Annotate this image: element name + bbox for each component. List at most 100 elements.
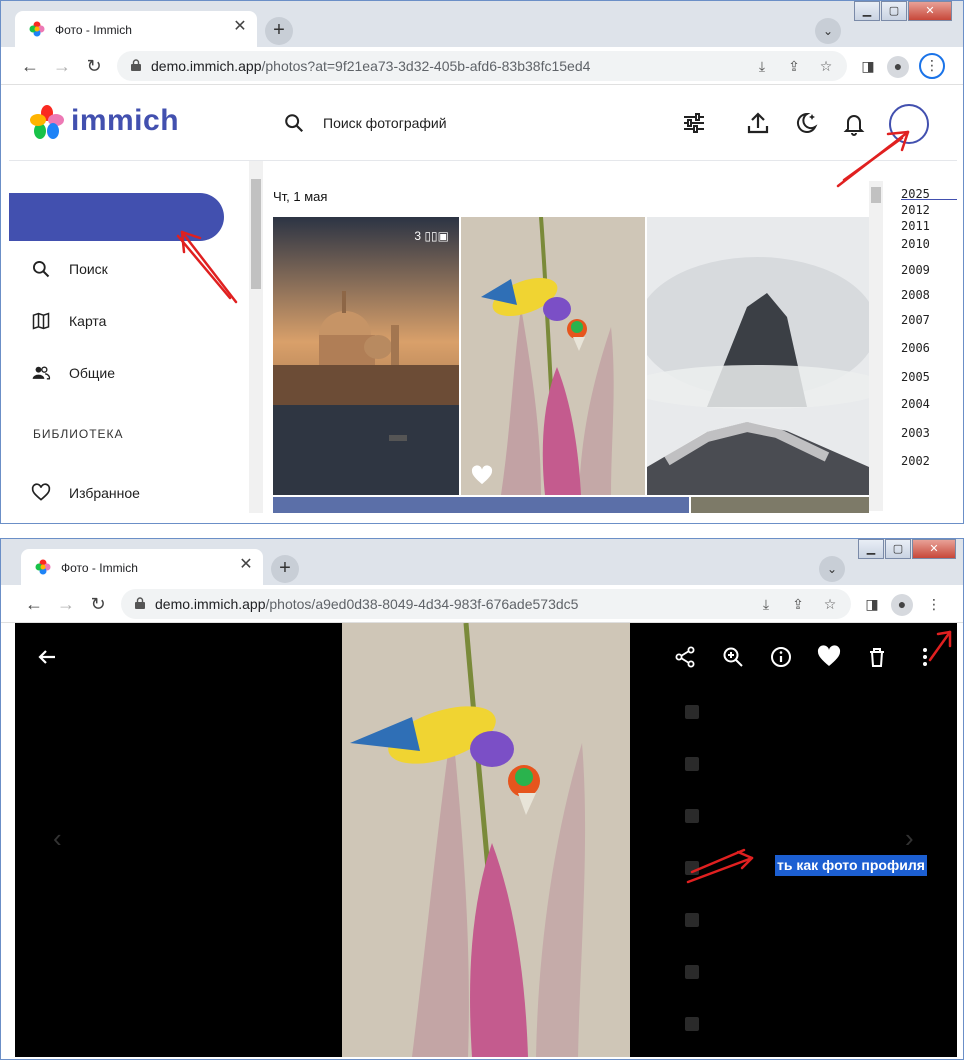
install-app-icon[interactable]: ⤓ xyxy=(757,595,775,613)
tab-search-chevron-icon[interactable]: ⌄ xyxy=(819,556,845,582)
year-label[interactable]: 2003 xyxy=(901,426,930,440)
search-icon[interactable] xyxy=(283,112,305,134)
close-window-button[interactable]: ✕ xyxy=(912,539,956,559)
share-icon[interactable] xyxy=(673,645,697,669)
year-label[interactable]: 2006 xyxy=(901,341,930,355)
info-icon[interactable] xyxy=(769,645,793,669)
forward-arrow-icon[interactable]: → xyxy=(55,593,77,615)
photo-thumbnail-bird[interactable] xyxy=(461,217,645,495)
filter-sliders-icon[interactable] xyxy=(679,108,709,138)
sidebar-item-label: Избранное xyxy=(69,485,140,501)
back-arrow-icon[interactable] xyxy=(35,645,59,669)
stack-count-badge: 3 ▯▯▣ xyxy=(414,229,449,243)
close-tab-icon[interactable]: ✕ xyxy=(231,18,249,36)
full-photo-bird xyxy=(342,623,630,1057)
url-host: demo.immich.app xyxy=(155,596,266,612)
browser-menu-icon[interactable]: ⋮ xyxy=(919,53,945,79)
year-label[interactable]: 2004 xyxy=(901,397,930,411)
people-icon xyxy=(32,366,51,380)
favorite-heart-icon[interactable] xyxy=(817,645,841,669)
sidebar-item-label: Поиск xyxy=(69,261,108,277)
more-options-kebab-icon[interactable] xyxy=(913,645,937,669)
bookmark-star-icon[interactable]: ☆ xyxy=(821,595,839,613)
browser-menu-icon[interactable]: ⋮ xyxy=(923,594,945,616)
sidebar-scrollbar-thumb[interactable] xyxy=(251,179,261,289)
photo-thumbnail-venice[interactable]: 3 ▯▯▣ xyxy=(273,217,459,495)
window-controls: ▁ ▢ ✕ xyxy=(853,1,952,23)
year-label[interactable]: 2009 xyxy=(901,263,930,277)
tab-search-chevron-icon[interactable]: ⌄ xyxy=(815,18,841,44)
sidebar-item-favorites[interactable]: Избранное xyxy=(31,481,140,505)
minimize-button[interactable]: ▁ xyxy=(854,1,880,21)
dark-mode-moon-icon[interactable] xyxy=(791,108,821,138)
bird-image xyxy=(342,623,630,1057)
lock-icon xyxy=(135,597,145,609)
close-tab-icon[interactable]: ✕ xyxy=(237,556,255,574)
profile-icon[interactable]: ● xyxy=(891,594,913,616)
venice-image xyxy=(273,217,459,495)
photo-viewer: ‹ › ть как фото профиля xyxy=(15,623,957,1057)
new-tab-button[interactable]: + xyxy=(265,17,293,45)
photo-thumbnail-partial-2[interactable] xyxy=(691,497,869,513)
previous-photo-chevron-icon[interactable]: ‹ xyxy=(53,823,62,854)
address-bar[interactable]: demo.immich.app/photos/a9ed0d38-8049-4d3… xyxy=(121,589,851,619)
forward-arrow-icon[interactable]: → xyxy=(51,55,73,77)
delete-trash-icon[interactable] xyxy=(865,645,889,669)
tab-title: Фото - Immich xyxy=(61,561,138,575)
maximize-button[interactable]: ▢ xyxy=(881,1,907,21)
close-window-button[interactable]: ✕ xyxy=(908,1,952,21)
timeline-scrollbar[interactable] xyxy=(869,181,883,511)
sidebar-item-photos-active[interactable] xyxy=(9,193,224,241)
year-label[interactable]: 2010 xyxy=(901,237,930,251)
year-label[interactable]: 2002 xyxy=(901,454,930,468)
immich-logo-icon[interactable] xyxy=(29,104,65,140)
reload-icon[interactable]: ↻ xyxy=(87,593,109,615)
new-tab-button[interactable]: + xyxy=(271,555,299,583)
side-panel-icon[interactable]: ◨ xyxy=(861,594,883,616)
share-page-icon[interactable]: ⇪ xyxy=(785,57,803,75)
side-panel-icon[interactable]: ◨ xyxy=(857,56,879,78)
minimize-button[interactable]: ▁ xyxy=(858,539,884,559)
browser-tab[interactable]: Фото - Immich ✕ xyxy=(21,549,263,585)
set-as-profile-photo-menu-item[interactable]: ть как фото профиля xyxy=(775,855,927,876)
user-avatar-button[interactable] xyxy=(889,104,929,144)
photo-timeline: Чт, 1 мая 3 ▯▯▣ xyxy=(263,161,883,513)
install-app-icon[interactable]: ⤓ xyxy=(753,57,771,75)
year-label[interactable]: 2012 xyxy=(901,203,930,217)
year-scrubber[interactable]: 2025 2012 2011 2010 2009 2008 2007 2006 … xyxy=(885,161,957,513)
sidebar-item-search[interactable]: Поиск xyxy=(31,257,108,281)
bookmark-star-icon[interactable]: ☆ xyxy=(817,57,835,75)
next-photo-chevron-icon[interactable]: › xyxy=(905,823,914,854)
sidebar: Поиск Карта Общие БИБЛИОТЕКА Избранное xyxy=(9,161,249,521)
browser-tab[interactable]: Фото - Immich ✕ xyxy=(15,11,257,47)
faded-menu-item xyxy=(685,913,699,927)
year-label[interactable]: 2025 xyxy=(901,187,930,201)
immich-logo-text[interactable]: immich xyxy=(71,104,179,138)
sidebar-item-label: Общие xyxy=(69,365,116,381)
immich-favicon-icon xyxy=(29,21,45,37)
zoom-in-icon[interactable] xyxy=(721,645,745,669)
year-label[interactable]: 2008 xyxy=(901,288,930,302)
address-bar[interactable]: demo.immich.app/photos?at=9f21ea73-3d32-… xyxy=(117,51,847,81)
faded-menu-item xyxy=(685,965,699,979)
profile-icon[interactable]: ● xyxy=(887,56,909,78)
favorite-heart-icon xyxy=(471,465,493,485)
back-arrow-icon[interactable]: ← xyxy=(23,593,45,615)
year-label[interactable]: 2007 xyxy=(901,313,930,327)
reload-icon[interactable]: ↻ xyxy=(83,55,105,77)
photo-thumbnail-mountain[interactable] xyxy=(647,217,869,495)
search-input[interactable]: Поиск фотографий xyxy=(323,115,447,131)
year-label[interactable]: 2011 xyxy=(901,219,930,233)
back-arrow-icon[interactable]: ← xyxy=(19,55,41,77)
sidebar-scrollbar[interactable] xyxy=(249,161,263,513)
sidebar-item-map[interactable]: Карта xyxy=(31,309,106,333)
year-label[interactable]: 2005 xyxy=(901,370,930,384)
mountain-image xyxy=(647,217,869,495)
maximize-button[interactable]: ▢ xyxy=(885,539,911,559)
sidebar-item-sharing[interactable]: Общие xyxy=(31,361,115,385)
share-page-icon[interactable]: ⇪ xyxy=(789,595,807,613)
upload-icon[interactable] xyxy=(743,108,773,138)
timeline-scrollbar-thumb[interactable] xyxy=(871,187,881,203)
notifications-bell-icon[interactable] xyxy=(839,108,869,138)
photo-thumbnail-partial-1[interactable] xyxy=(273,497,689,513)
